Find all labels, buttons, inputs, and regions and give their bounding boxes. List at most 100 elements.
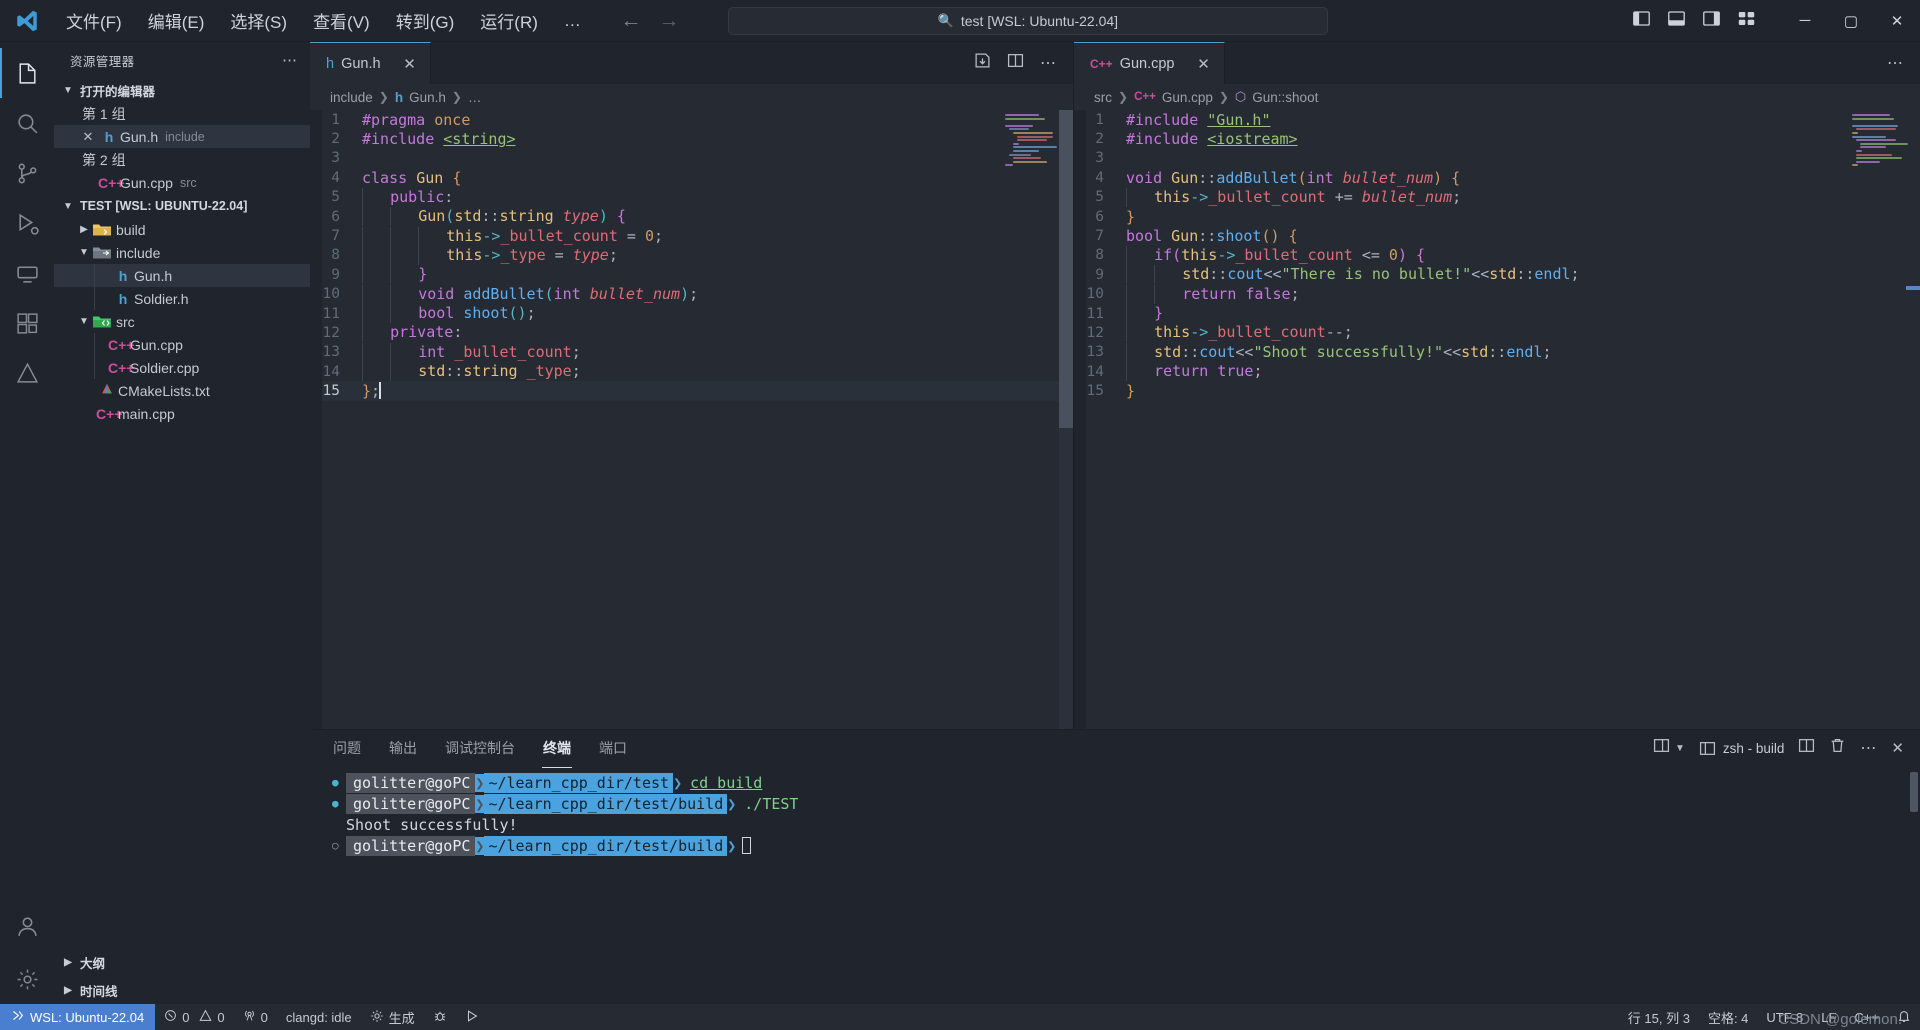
menu-more-button[interactable]: … <box>552 9 594 33</box>
tree-item-soldier-cpp[interactable]: C++ Soldier.cpp <box>54 356 310 379</box>
editor-area: h Gun.h ✕ ⋯ include ❯ h Gun.h ❯ … 1 #pra… <box>310 42 1920 1004</box>
editor-scrollbar-2[interactable] <box>1906 110 1920 729</box>
sidebar-more-actions[interactable]: ⋯ <box>278 51 302 69</box>
panel-tab-ports[interactable]: 端口 <box>598 730 628 766</box>
status-problems[interactable]: 0 0 <box>155 1004 233 1030</box>
breadcrumb-symbol[interactable]: … <box>468 90 482 105</box>
tab-gun-h[interactable]: h Gun.h ✕ <box>310 42 431 84</box>
status-run[interactable] <box>456 1004 488 1030</box>
activity-cmake[interactable] <box>0 348 54 398</box>
maximize-button[interactable]: ▢ <box>1828 0 1874 42</box>
new-terminal-icon[interactable] <box>1653 737 1670 759</box>
tree-item-cmakelists[interactable]: CMakeLists.txt <box>54 379 310 402</box>
split-terminal-icon[interactable] <box>1798 737 1815 759</box>
activity-explorer[interactable] <box>0 48 54 98</box>
breadcrumb-file[interactable]: Gun.cpp <box>1162 90 1213 105</box>
close-button[interactable]: ✕ <box>1874 0 1920 42</box>
toggle-secondary-sidebar-icon[interactable] <box>1702 9 1721 33</box>
activity-extensions[interactable] <box>0 298 54 348</box>
chevron-down-icon[interactable]: ▼ <box>1675 743 1685 754</box>
editor-more-icon[interactable]: ⋯ <box>1040 53 1057 73</box>
status-eol[interactable]: LF <box>1812 1004 1845 1030</box>
tree-item-src[interactable]: ▼ src <box>54 310 310 333</box>
open-editor-gun-cpp[interactable]: C++ Gun.cpp src <box>54 171 310 194</box>
toggle-panel-icon[interactable] <box>1667 9 1686 33</box>
tree-item-gun-h[interactable]: h Gun.h <box>54 264 310 287</box>
workbench-body: 资源管理器 ⋯ ▼ 打开的编辑器 第 1 组 ✕ h Gun.h include… <box>0 42 1920 1004</box>
status-build[interactable]: 生成 <box>361 1004 424 1030</box>
code-editor-gun-h[interactable]: 1 #pragma once 2 #include <string> 3 4 clas… <box>310 110 1073 729</box>
activity-search[interactable] <box>0 98 54 148</box>
activity-settings[interactable] <box>0 954 54 1004</box>
code-line: 1 #include "Gun.h" <box>1074 110 1920 129</box>
status-debug[interactable] <box>424 1004 456 1030</box>
breadcrumb-file[interactable]: Gun.h <box>409 90 446 105</box>
activity-run-debug[interactable] <box>0 198 54 248</box>
minimap-2[interactable] <box>1852 114 1908 284</box>
panel-tab-output[interactable]: 输出 <box>388 730 418 766</box>
tab-gun-cpp[interactable]: C++ Gun.cpp ✕ <box>1074 42 1225 84</box>
sidebar-bottom-sections: ▶ 大纲 ▶ 时间线 <box>54 948 310 1004</box>
tab-close-icon[interactable]: ✕ <box>1196 55 1212 73</box>
status-encoding[interactable]: UTF-8 <box>1757 1004 1812 1030</box>
forward-arrow-icon[interactable]: → <box>658 9 680 33</box>
warning-count: 0 <box>217 1009 225 1025</box>
menu-view[interactable]: 查看(V) <box>301 4 382 37</box>
minimize-button[interactable]: ─ <box>1782 0 1828 42</box>
breadcrumb-symbol[interactable]: Gun::shoot <box>1252 90 1318 105</box>
editor-group-2[interactable]: 第 2 组 <box>54 148 310 171</box>
menu-go[interactable]: 转到(G) <box>384 4 467 37</box>
menu-selection[interactable]: 选择(S) <box>218 4 299 37</box>
terminal-content[interactable]: ● golitter@goPC ❯ ~/learn_cpp_dir/test ❯ cd … <box>310 766 1920 1004</box>
code-editor-gun-cpp[interactable]: 1 #include "Gun.h" 2 #include <iostream> 3… <box>1074 110 1920 729</box>
activity-remote-explorer[interactable] <box>0 248 54 298</box>
menu-edit[interactable]: 编辑(E) <box>136 4 217 37</box>
panel-tab-terminal[interactable]: 终端 <box>542 730 572 768</box>
line-text: } <box>1126 382 1136 401</box>
section-workspace[interactable]: ▼ TEST [WSL: UBUNTU-22.04] <box>54 194 310 218</box>
panel-tab-debug-console[interactable]: 调试控制台 <box>444 730 516 766</box>
tree-item-soldier-h[interactable]: h Soldier.h <box>54 287 310 310</box>
breadcrumb-folder[interactable]: src <box>1094 90 1112 105</box>
split-editor-icon[interactable] <box>1007 52 1024 74</box>
command-center[interactable]: 🔍 test [WSL: Ubuntu-22.04] <box>727 6 1328 35</box>
panel-close-icon[interactable]: ✕ <box>1891 739 1904 757</box>
status-line-col[interactable]: 行 15, 列 3 <box>1619 1004 1699 1030</box>
tree-item-include[interactable]: ▼ include <box>54 241 310 264</box>
chevron-right-icon: ❯ <box>1118 90 1129 104</box>
status-ports[interactable]: 0 <box>234 1004 277 1030</box>
editor-group-1[interactable]: 第 1 组 <box>54 102 310 125</box>
activity-accounts[interactable] <box>0 904 54 954</box>
status-clangd[interactable]: clangd: idle <box>277 1004 361 1030</box>
section-outline[interactable]: ▶ 大纲 <box>54 948 310 976</box>
menu-run[interactable]: 运行(R) <box>468 4 550 37</box>
trash-icon[interactable] <box>1829 737 1846 759</box>
bug-icon <box>433 1009 447 1026</box>
save-all-icon[interactable] <box>974 52 991 74</box>
terminal-selector[interactable]: zsh - build <box>1699 740 1784 757</box>
panel-tab-problems[interactable]: 问题 <box>332 730 362 766</box>
customize-layout-icon[interactable] <box>1737 9 1756 33</box>
activity-source-control[interactable] <box>0 148 54 198</box>
close-icon[interactable]: ✕ <box>78 129 98 145</box>
editor-scrollbar-1[interactable] <box>1059 110 1073 729</box>
status-remote-indicator[interactable]: WSL: Ubuntu-22.04 <box>0 1004 156 1030</box>
status-language-mode[interactable]: C++ <box>1845 1004 1888 1030</box>
editor-more-icon[interactable]: ⋯ <box>1887 53 1904 73</box>
back-arrow-icon[interactable]: ← <box>620 9 642 33</box>
terminal-scrollbar[interactable] <box>1908 766 1920 1004</box>
toggle-primary-sidebar-icon[interactable] <box>1632 9 1651 33</box>
open-editor-gun-h[interactable]: ✕ h Gun.h include <box>54 125 310 148</box>
breadcrumb-folder[interactable]: include <box>330 90 373 105</box>
status-indentation[interactable]: 空格: 4 <box>1699 1004 1757 1030</box>
panel-more-icon[interactable]: ⋯ <box>1860 738 1877 758</box>
tree-item-main-cpp[interactable]: C++ main.cpp <box>54 402 310 425</box>
section-open-editors[interactable]: ▼ 打开的编辑器 <box>54 78 310 102</box>
tab-close-icon[interactable]: ✕ <box>402 55 418 73</box>
status-notifications[interactable] <box>1888 1004 1920 1030</box>
section-timeline[interactable]: ▶ 时间线 <box>54 976 310 1004</box>
minimap-1[interactable] <box>1005 114 1059 284</box>
menu-file[interactable]: 文件(F) <box>54 4 134 37</box>
tree-item-build[interactable]: ▶ build <box>54 218 310 241</box>
tree-item-gun-cpp[interactable]: C++ Gun.cpp <box>54 333 310 356</box>
